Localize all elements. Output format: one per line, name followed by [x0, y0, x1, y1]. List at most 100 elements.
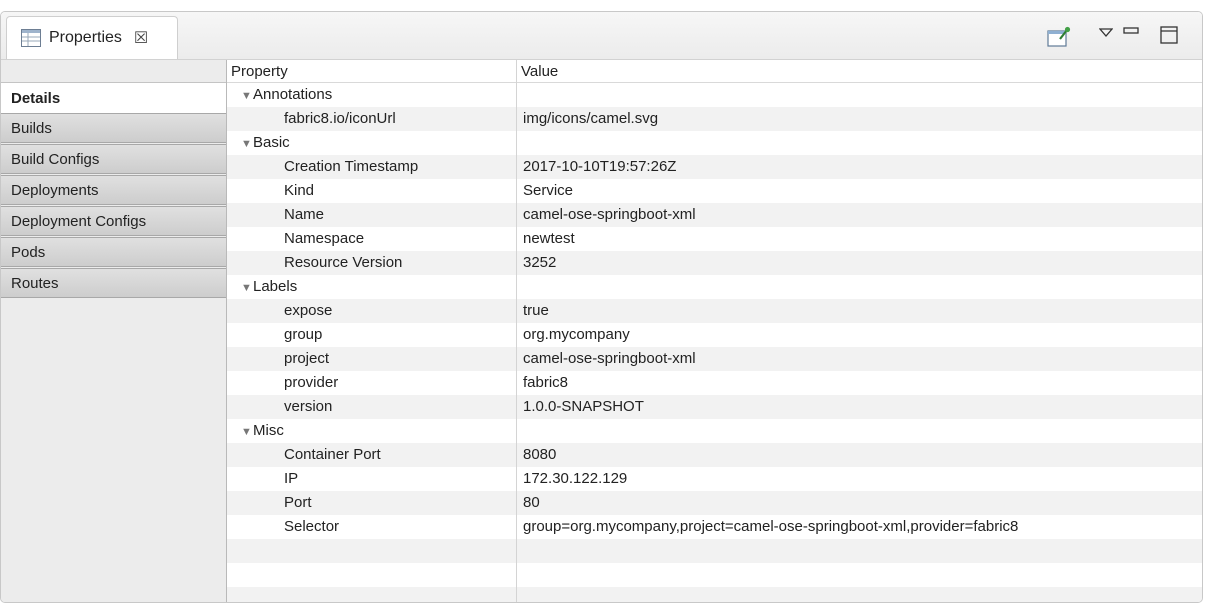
property-group-row[interactable]: ▼Labels: [227, 275, 1202, 299]
property-value: true: [523, 302, 549, 319]
property-value: Service: [523, 182, 574, 199]
property-name: Selector: [227, 515, 574, 539]
property-name-text: project: [284, 350, 330, 367]
property-row[interactable]: project camel-ose-springboot-xml: [227, 347, 1202, 371]
sidebar-item-label: Deployments: [11, 182, 99, 199]
property-group-row[interactable]: ▼Basic: [227, 131, 1202, 155]
column-header-property[interactable]: Property: [231, 60, 288, 83]
property-name-text: Container Port: [284, 446, 381, 463]
property-name-text: Namespace: [284, 230, 365, 247]
minimize-icon[interactable]: [1123, 27, 1139, 37]
property-name-text: version: [284, 398, 333, 415]
sidebar-item-pods[interactable]: Pods: [1, 237, 226, 267]
property-name-text: Name: [284, 206, 325, 223]
property-name-text: Misc: [253, 422, 284, 439]
property-name-text: Kind: [284, 182, 315, 199]
property-name-text: Port: [284, 494, 312, 511]
sidebar-item-label: Routes: [11, 275, 59, 292]
property-name: Name: [227, 203, 574, 227]
property-group-row[interactable]: ▼Annotations: [227, 83, 1202, 107]
maximize-icon[interactable]: [1160, 26, 1178, 44]
property-value: 3252: [523, 254, 557, 271]
property-row[interactable]: group org.mycompany: [227, 323, 1202, 347]
property-value: newtest: [523, 230, 575, 247]
sidebar-item-label: Pods: [11, 244, 46, 261]
properties-table-icon: [21, 29, 41, 47]
close-icon[interactable]: ☒: [134, 28, 148, 48]
sidebar-item-details[interactable]: Details: [1, 82, 226, 114]
property-row[interactable]: fabric8.io/iconUrl img/icons/camel.svg: [227, 107, 1202, 131]
properties-tab-label: Properties: [49, 29, 122, 46]
property-row[interactable]: version 1.0.0-SNAPSHOT: [227, 395, 1202, 419]
properties-tab[interactable]: Properties ☒: [6, 16, 178, 59]
property-name: Resource Version: [227, 251, 574, 275]
property-name: expose: [227, 299, 574, 323]
column-header-value[interactable]: Value: [521, 60, 558, 83]
property-value: fabric8: [523, 374, 569, 391]
property-value: camel-ose-springboot-xml: [523, 206, 696, 223]
property-value: group=org.mycompany,project=camel-ose-sp…: [523, 518, 1019, 535]
property-row[interactable]: Port 80: [227, 491, 1202, 515]
property-name: Container Port: [227, 443, 574, 467]
property-value: 2017-10-10T19:57:26Z: [523, 158, 677, 175]
sidebar-item-deployments[interactable]: Deployments: [1, 175, 226, 205]
view-menu-triangle-icon[interactable]: [1099, 28, 1113, 38]
empty-row: [227, 539, 1202, 563]
column-divider[interactable]: [516, 60, 517, 602]
property-row[interactable]: Namespace newtest: [227, 227, 1202, 251]
property-name-text: IP: [284, 470, 299, 487]
property-row[interactable]: Container Port 8080: [227, 443, 1202, 467]
sidebar-item-builds[interactable]: Builds: [1, 113, 226, 143]
property-row[interactable]: expose true: [227, 299, 1202, 323]
property-name-text: provider: [284, 374, 339, 391]
property-name: Creation Timestamp: [227, 155, 574, 179]
property-row[interactable]: Resource Version 3252: [227, 251, 1202, 275]
property-name: ▼Annotations: [227, 83, 517, 108]
property-name: ▼Misc: [227, 419, 517, 444]
property-row[interactable]: Kind Service: [227, 179, 1202, 203]
property-name-text: Resource Version: [284, 254, 403, 271]
property-value: 8080: [523, 446, 557, 463]
property-name-text: Selector: [284, 518, 340, 535]
property-name-text: Labels: [253, 278, 298, 295]
property-value: org.mycompany: [523, 326, 630, 343]
property-name: ▼Labels: [227, 275, 517, 300]
property-row[interactable]: Creation Timestamp 2017-10-10T19:57:26Z: [227, 155, 1202, 179]
view-tab-strip: Properties ☒: [1, 12, 1202, 60]
empty-row: [227, 563, 1202, 587]
empty-row: [227, 587, 1202, 602]
property-name: Namespace: [227, 227, 574, 251]
sidebar-item-label: Details: [11, 90, 61, 107]
property-name-text: Basic: [253, 134, 290, 151]
property-row[interactable]: provider fabric8: [227, 371, 1202, 395]
property-value: 80: [523, 494, 540, 511]
property-name: ▼Basic: [227, 131, 517, 156]
sidebar-item-label: Builds: [11, 120, 52, 137]
expand-toggle-icon[interactable]: ▼: [240, 420, 253, 444]
expand-toggle-icon[interactable]: ▼: [240, 84, 253, 108]
expand-toggle-icon[interactable]: ▼: [240, 132, 253, 156]
property-name-text: group: [284, 326, 323, 343]
properties-view: Properties ☒ Details Builds Build Config…: [0, 11, 1203, 603]
property-name: Kind: [227, 179, 574, 203]
sidebar-item-label: Build Configs: [11, 151, 100, 168]
sidebar-item-build-configs[interactable]: Build Configs: [1, 144, 226, 174]
properties-table: ▼Annotations fabric8.io/iconUrl img/icons/…: [227, 60, 1202, 602]
property-name: Port: [227, 491, 574, 515]
property-name: IP: [227, 467, 574, 491]
property-name-text: Annotations: [253, 86, 333, 103]
expand-toggle-icon[interactable]: ▼: [240, 276, 253, 300]
property-name-text: expose: [284, 302, 333, 319]
property-name: group: [227, 323, 574, 347]
property-value: 172.30.122.129: [523, 470, 628, 487]
sidebar-item-deployment-configs[interactable]: Deployment Configs: [1, 206, 226, 236]
property-name: provider: [227, 371, 574, 395]
property-group-row[interactable]: ▼Misc: [227, 419, 1202, 443]
property-row[interactable]: Name camel-ose-springboot-xml: [227, 203, 1202, 227]
pin-to-view-icon[interactable]: [1047, 26, 1071, 48]
sidebar-item-routes[interactable]: Routes: [1, 268, 226, 298]
property-row[interactable]: Selector group=org.mycompany,project=came…: [227, 515, 1202, 539]
property-row[interactable]: IP 172.30.122.129: [227, 467, 1202, 491]
property-name: fabric8.io/iconUrl: [227, 107, 574, 131]
property-value: 1.0.0-SNAPSHOT: [523, 398, 644, 415]
